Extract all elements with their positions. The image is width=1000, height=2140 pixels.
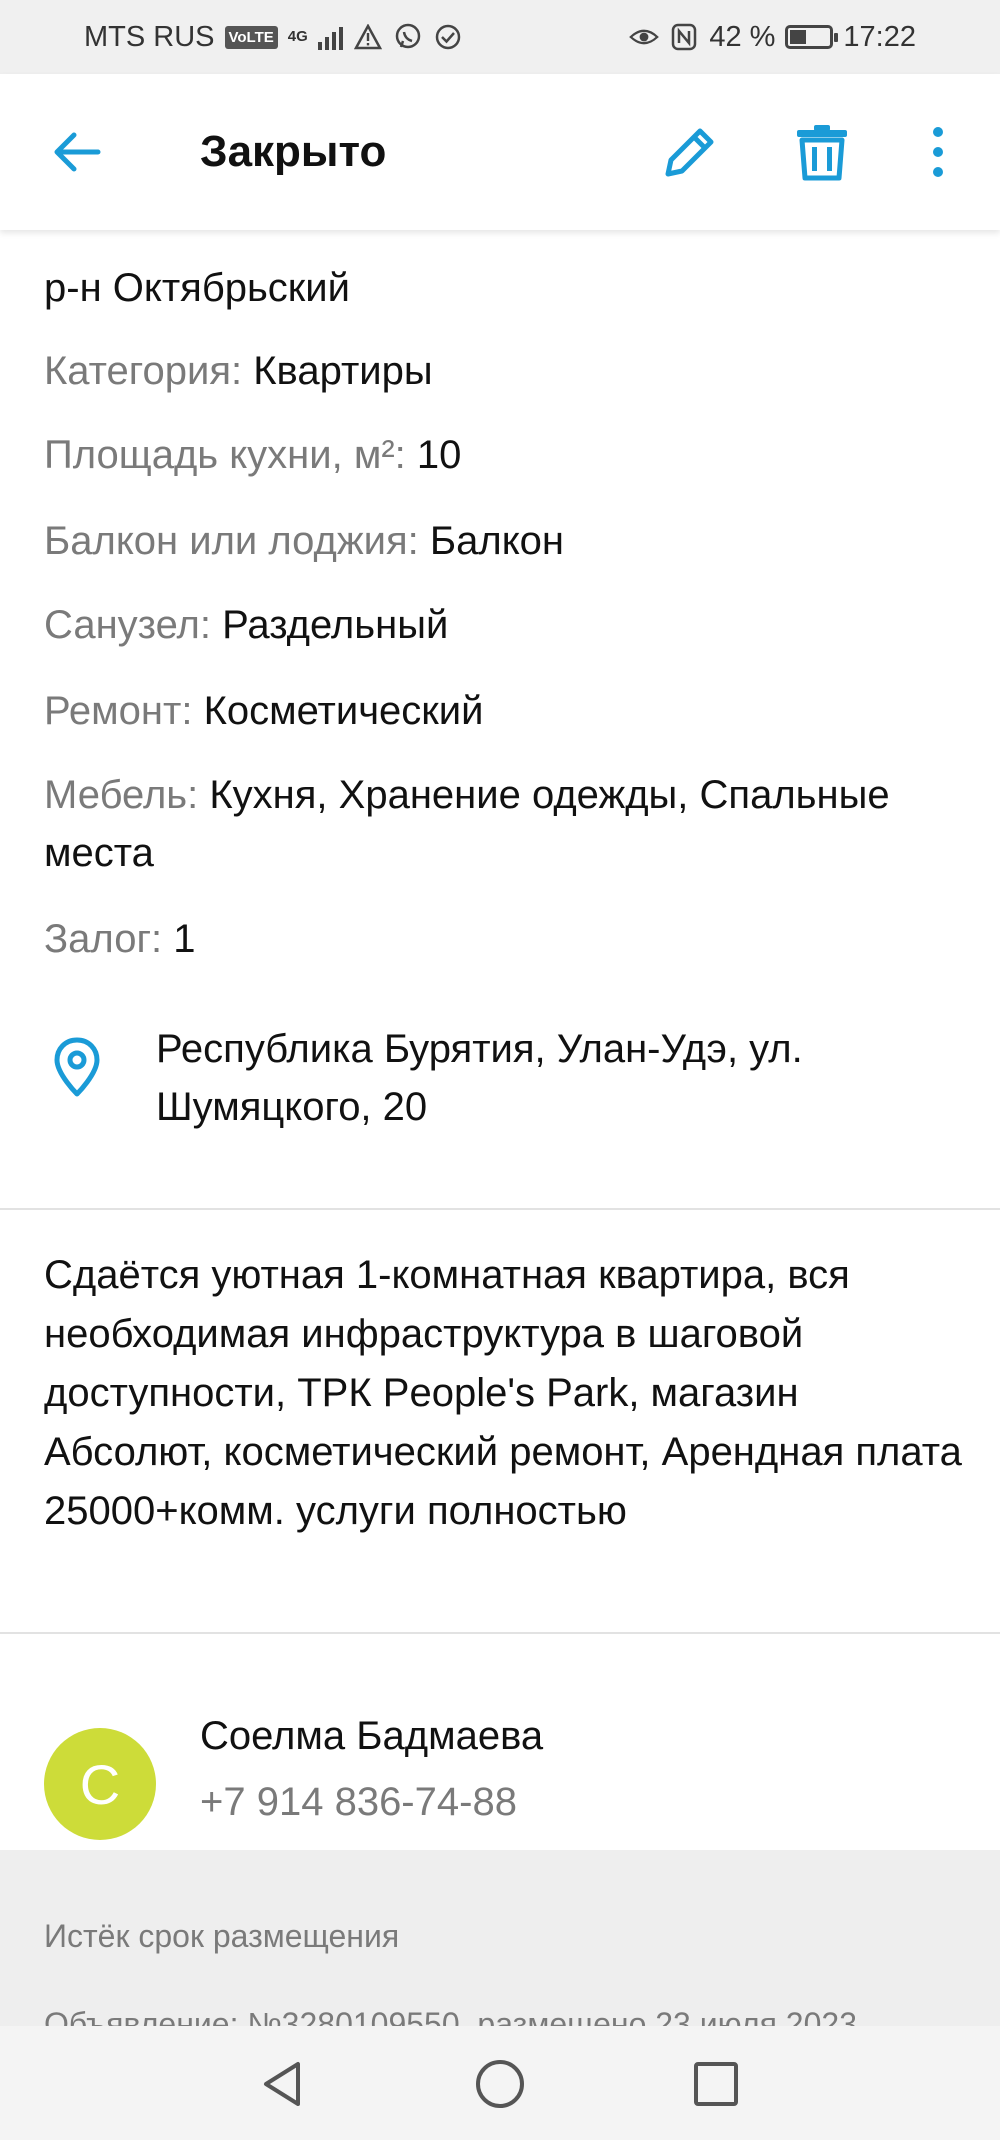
signal-icon xyxy=(317,24,343,50)
contact-name: Соелма Бадмаева xyxy=(200,1714,544,1758)
property-row: Балкон или лоджия: Балкон xyxy=(44,512,964,570)
property-value: Раздельный xyxy=(222,603,449,647)
status-bar-left: MTS RUS VoLTE 4G xyxy=(84,21,463,54)
battery-icon xyxy=(785,25,839,49)
viber-icon xyxy=(393,22,423,52)
divider xyxy=(0,1208,1000,1210)
contact-card[interactable]: С Соелма Бадмаева +7 914 836-74-88 xyxy=(0,1690,1000,1850)
page-title: Закрыто xyxy=(200,127,387,176)
check-circle-icon xyxy=(433,22,463,52)
nav-recent-apps-icon[interactable] xyxy=(688,2056,744,2112)
property-row: Залог: 1 xyxy=(44,910,964,968)
volte-icon: VoLTE xyxy=(224,25,278,49)
nav-home-icon[interactable] xyxy=(472,2056,528,2112)
app-bar: Закрыто xyxy=(0,74,1000,230)
address-text: Республика Бурятия, Улан-Удэ, ул. Шумяцк… xyxy=(156,1027,803,1129)
district: р-н Октябрьский xyxy=(44,266,350,310)
edit-button[interactable] xyxy=(658,120,722,184)
property-key: Мебель: xyxy=(44,773,199,817)
property-key: Площадь кухни, м²: xyxy=(44,433,406,477)
status-bar-right: 42 % 17:22 xyxy=(629,21,916,54)
property-row: Санузел: Раздельный xyxy=(44,596,964,654)
property-row: Ремонт: Косметический xyxy=(44,682,964,740)
property-value: Балкон xyxy=(429,519,564,563)
eye-icon xyxy=(629,22,660,52)
avatar: С xyxy=(44,1728,156,1840)
battery-percent: 42 % xyxy=(709,20,776,53)
property-key: Ремонт: xyxy=(44,689,193,733)
contact-phone[interactable]: +7 914 836-74-88 xyxy=(200,1780,517,1825)
status-bar: MTS RUS VoLTE 4G 42 % 17:22 xyxy=(0,0,1000,74)
nfc-icon xyxy=(669,22,699,52)
property-row: Площадь кухни, м²: 10 xyxy=(44,426,964,484)
property-value: 1 xyxy=(173,917,196,961)
trash-icon xyxy=(797,125,847,181)
more-options-button[interactable] xyxy=(920,120,956,184)
property-row: Мебель: Кухня, Хранение одежды, Спальные… xyxy=(44,766,964,882)
divider xyxy=(0,1632,1000,1634)
property-value: Косметический xyxy=(203,689,484,733)
carrier-name: MTS RUS xyxy=(84,20,215,53)
property-key: Залог: xyxy=(44,917,163,961)
property-key: Категория: xyxy=(44,349,243,393)
location-pin-icon xyxy=(54,1037,100,1097)
warning-icon xyxy=(353,22,383,52)
expiry-status: Истёк срок размещения xyxy=(44,1918,400,1954)
nav-back-icon[interactable] xyxy=(256,2056,312,2112)
arrow-back-icon xyxy=(54,132,101,172)
property-key: Санузел: xyxy=(44,603,211,647)
property-row: Категория: Квартиры xyxy=(44,342,964,400)
pencil-icon xyxy=(665,128,714,177)
delete-button[interactable] xyxy=(790,120,854,184)
system-navigation-bar xyxy=(0,2026,1000,2140)
property-value: 10 xyxy=(416,433,462,477)
network-type-icon: 4G xyxy=(287,28,308,45)
more-vert-icon xyxy=(933,127,943,177)
property-value: Квартиры xyxy=(253,349,433,393)
back-button[interactable] xyxy=(48,122,108,182)
listing-footer: Истёк срок размещения Объявление: №32801… xyxy=(0,1850,1000,2026)
ad-info: Объявление: №3280109550, размещено 23 ию… xyxy=(44,2006,857,2026)
listing-description: Сдаётся уютная 1-комнатная квартира, вся… xyxy=(44,1253,962,1533)
property-key: Балкон или лоджия: xyxy=(44,519,419,563)
clock: 17:22 xyxy=(843,20,916,53)
